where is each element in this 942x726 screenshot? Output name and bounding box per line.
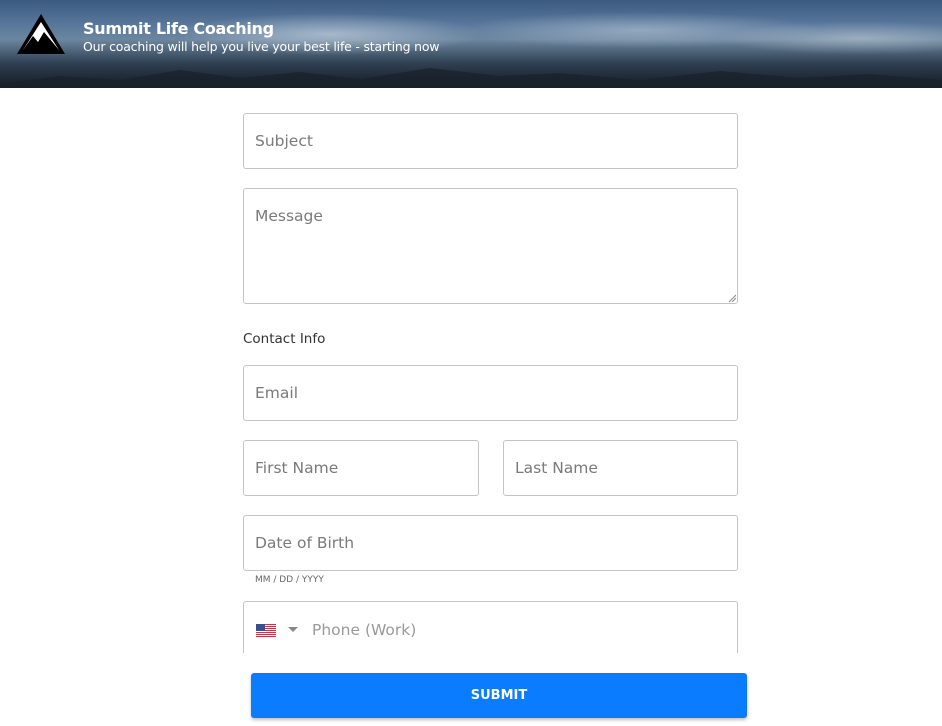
last-name-field-wrapper — [503, 440, 738, 496]
first-name-field-wrapper — [243, 440, 479, 496]
resize-grip-icon[interactable] — [728, 294, 736, 302]
email-input[interactable] — [244, 366, 737, 420]
country-dropdown-caret-icon[interactable] — [288, 627, 298, 632]
subject-input[interactable] — [244, 114, 737, 168]
mountain-ridge-image — [0, 68, 942, 88]
us-flag-icon[interactable] — [256, 624, 276, 637]
brand-tagline: Our coaching will help you live your bes… — [83, 39, 440, 54]
subject-field-wrapper — [243, 113, 738, 169]
header-banner: Summit Life Coaching Our coaching will h… — [0, 0, 942, 88]
phone-work-input[interactable] — [312, 602, 732, 653]
first-name-input[interactable] — [244, 441, 478, 495]
phone-field-wrapper — [243, 601, 738, 653]
message-field-wrapper — [243, 188, 738, 304]
submit-button[interactable]: SUBMIT — [251, 673, 747, 718]
mountain-logo-icon — [17, 14, 65, 54]
dob-format-hint: MM / DD / YYYY — [255, 575, 324, 585]
contact-info-label: Contact Info — [243, 331, 326, 347]
brand-title: Summit Life Coaching — [83, 19, 274, 38]
email-field-wrapper — [243, 365, 738, 421]
message-textarea[interactable] — [244, 189, 737, 303]
last-name-input[interactable] — [504, 441, 737, 495]
date-of-birth-input[interactable] — [244, 516, 737, 570]
dob-field-wrapper — [243, 515, 738, 571]
